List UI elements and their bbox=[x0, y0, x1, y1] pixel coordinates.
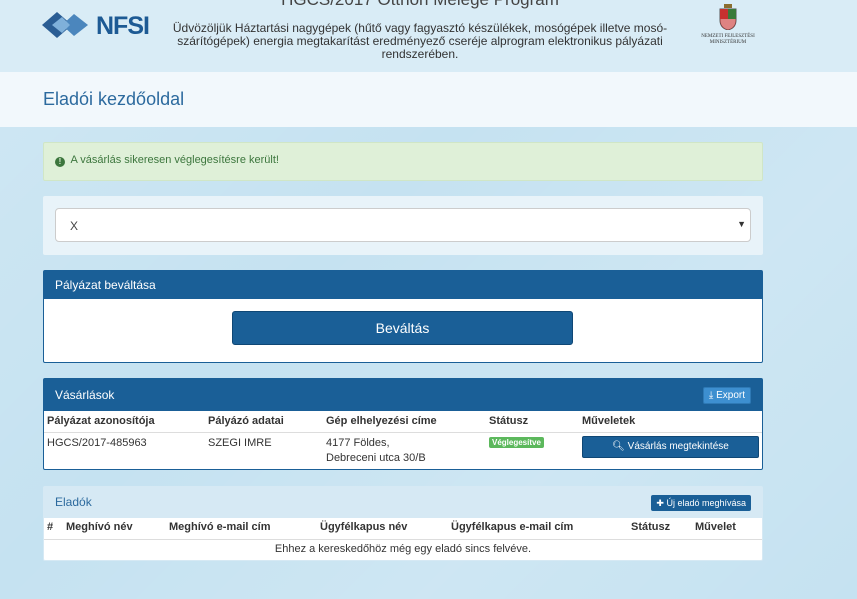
cell-address-line2: Debreceni utca 30/B bbox=[326, 452, 426, 464]
site-header: NFSI HGCS/2017 Otthon Melege Program Üdv… bbox=[0, 0, 857, 72]
sellers-table: # Meghívó név Meghívó e-mail cím Ügyfélk… bbox=[44, 487, 762, 562]
nfsi-logo-icon bbox=[42, 12, 88, 38]
view-purchase-button[interactable]: 🔍︎ Vásárlás megtekintése bbox=[582, 436, 759, 458]
column-header: Pályázat azonosítója bbox=[47, 415, 155, 427]
purchases-table: Pályázat azonosítója Pályázó adatai Gép … bbox=[44, 379, 762, 471]
empty-state-text: Ehhez a kereskedőhöz még egy eladó sincs… bbox=[274, 543, 532, 555]
chevron-down-icon: ▼ bbox=[737, 219, 746, 229]
alert-text: A vásárlás sikeresen véglegesítésre kerü… bbox=[70, 154, 279, 166]
store-select[interactable]: X ▼ bbox=[55, 208, 751, 242]
redeem-button[interactable]: Beváltás bbox=[232, 311, 573, 345]
cell-applicant: SZEGI IMRE bbox=[208, 437, 272, 449]
cell-application-id: HGCS/2017-485963 bbox=[47, 437, 147, 449]
redeem-panel: Pályázat beváltása Beváltás bbox=[43, 270, 763, 363]
nfsi-logo[interactable]: NFSI bbox=[42, 10, 152, 42]
column-header: Gép elhelyezési címe bbox=[326, 415, 437, 427]
redeem-panel-title: Pályázat beváltása bbox=[44, 271, 762, 299]
divider bbox=[44, 432, 762, 433]
column-header: # bbox=[47, 521, 54, 533]
column-header: Pályázó adatai bbox=[208, 415, 284, 427]
select-value: X bbox=[70, 219, 79, 233]
logo-text: NFSI bbox=[96, 12, 150, 40]
coat-of-arms-icon bbox=[719, 4, 737, 31]
success-alert: ! A vásárlás sikeresen véglegesítésre ke… bbox=[43, 142, 763, 181]
cell-address-line1: 4177 Földes, bbox=[326, 437, 390, 449]
purchases-panel: Vásárlások ⤓ Export Pályázat azonosítója… bbox=[43, 378, 763, 470]
column-header: Státusz bbox=[631, 521, 671, 533]
welcome-text: Üdvözöljük Háztartási nagygépek (hűtő va… bbox=[172, 21, 668, 61]
column-header: Ügyfélkapus e-mail cím bbox=[451, 521, 574, 533]
column-header: Meghívó e-mail cím bbox=[169, 521, 271, 533]
view-purchase-label: Vásárlás megtekintése bbox=[627, 441, 729, 452]
column-header: Műveletek bbox=[582, 415, 636, 427]
sellers-panel: Eladók ✚ Új eladó meghívása # Meghívó né… bbox=[43, 486, 763, 561]
column-header: Meghívó név bbox=[66, 521, 133, 533]
select-panel: X ▼ bbox=[43, 196, 763, 255]
status-badge: Véglegesítve bbox=[489, 437, 544, 448]
ministry-line2: Minisztérium bbox=[709, 40, 747, 45]
column-header: Ügyfélkapus név bbox=[320, 521, 408, 533]
ministry-logo[interactable]: Nemzeti Fejlesztési Minisztérium bbox=[697, 4, 759, 46]
column-header: Státusz bbox=[489, 415, 529, 427]
page-title: Eladói kezdőoldal bbox=[43, 89, 185, 109]
divider bbox=[44, 539, 762, 540]
program-title: HGCS/2017 Otthon Melege Program bbox=[160, 0, 680, 10]
column-header: Művelet bbox=[695, 521, 736, 533]
page-title-band: Eladói kezdőoldal bbox=[0, 72, 857, 127]
exclamation-circle-icon: ! bbox=[55, 157, 65, 167]
search-icon: 🔍︎ bbox=[612, 441, 625, 452]
